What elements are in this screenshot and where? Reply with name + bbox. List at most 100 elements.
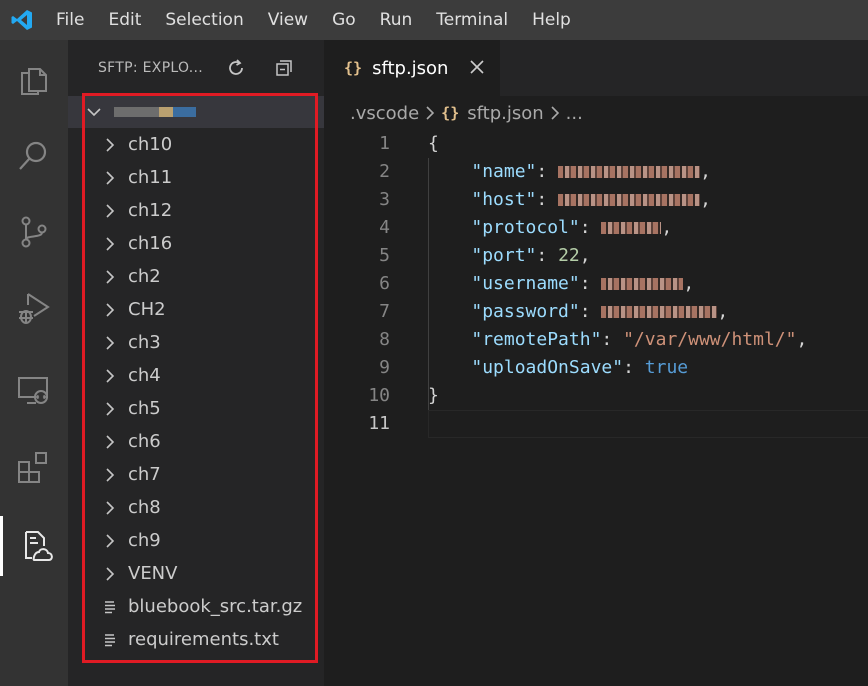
tree-folder-item[interactable]: ch5: [68, 392, 324, 425]
tab-sftp-json[interactable]: {} sftp.json: [324, 40, 500, 96]
remote-explorer-icon[interactable]: [0, 360, 68, 420]
chevron-right-icon: [106, 335, 115, 350]
breadcrumb-file[interactable]: sftp.json: [467, 103, 543, 124]
chevron-right-icon: [106, 170, 115, 185]
code-line: 5 "port": 22,: [379, 245, 591, 266]
tree-item-label: bluebook_src.tar.gz: [128, 596, 303, 617]
chevron-right-icon: [550, 105, 560, 121]
tree-file-item[interactable]: bluebook_src.tar.gz: [68, 590, 324, 623]
run-debug-icon[interactable]: [0, 278, 68, 338]
json-file-icon: {}: [441, 104, 460, 122]
menu-view[interactable]: View: [256, 0, 320, 40]
breadcrumb-folder[interactable]: .vscode: [350, 103, 419, 124]
json-file-icon: {}: [344, 59, 363, 77]
file-tree: ch10 ch11 ch12 ch16 ch2 CH2 ch3 ch4 ch5 ch6 ch7 ch8…: [68, 128, 324, 656]
tree-item-label: ch3: [128, 332, 161, 353]
tree-folder-item[interactable]: ch16: [68, 227, 324, 260]
menu-selection[interactable]: Selection: [153, 0, 255, 40]
tree-folder-item[interactable]: ch9: [68, 524, 324, 557]
tree-folder-item[interactable]: ch11: [68, 161, 324, 194]
redacted-value: [601, 278, 684, 290]
source-control-icon[interactable]: [0, 202, 68, 262]
uploadonsave-value: true: [644, 357, 689, 378]
tree-folder-item[interactable]: ch4: [68, 359, 324, 392]
tree-file-item[interactable]: requirements.txt: [68, 623, 324, 656]
tree-folder-item[interactable]: ch10: [68, 128, 324, 161]
sftp-explorer-panel: SFTP: EXPLO... ch10 ch11 ch12 ch16 ch2 CH2 ch3…: [68, 40, 324, 686]
refresh-icon[interactable]: [224, 56, 248, 80]
json-key-remotepath: "remotePath": [471, 329, 602, 350]
remotepath-value: "/var/www/html/": [623, 329, 797, 350]
tree-item-label: ch4: [128, 365, 161, 386]
breadcrumb-more[interactable]: ...: [566, 103, 583, 124]
tree-item-label: ch11: [128, 167, 173, 188]
port-value: 22: [558, 245, 580, 266]
tree-item-label: ch7: [128, 464, 161, 485]
menu-run[interactable]: Run: [368, 0, 425, 40]
chevron-right-icon: [425, 105, 435, 121]
chevron-right-icon: [106, 302, 115, 317]
chevron-right-icon: [106, 137, 115, 152]
tree-folder-item[interactable]: VENV: [68, 557, 324, 590]
chevron-right-icon: [106, 368, 115, 383]
json-key-uploadonsave: "uploadOnSave": [471, 357, 624, 378]
search-icon[interactable]: [0, 126, 68, 186]
close-icon[interactable]: [468, 58, 486, 76]
menu-file[interactable]: File: [44, 0, 96, 40]
code-line: 3 "host": ,: [379, 189, 711, 210]
redacted-value: [601, 306, 718, 318]
chevron-right-icon: [106, 500, 115, 515]
redacted-value: [558, 166, 701, 178]
tree-item-label: CH2: [128, 299, 166, 320]
tree-item-label: ch2: [128, 266, 161, 287]
tree-item-label: ch16: [128, 233, 173, 254]
menu-go[interactable]: Go: [320, 0, 368, 40]
activity-bar: [0, 40, 68, 686]
tree-item-label: VENV: [128, 563, 178, 584]
menu-help[interactable]: Help: [520, 0, 583, 40]
chevron-right-icon: [106, 467, 115, 482]
json-key-password: "password": [471, 301, 580, 322]
menu-edit[interactable]: Edit: [96, 0, 153, 40]
tree-folder-item[interactable]: ch7: [68, 458, 324, 491]
explorer-icon[interactable]: [0, 48, 68, 108]
tree-item-label: ch9: [128, 530, 161, 551]
code-line: 9 "uploadOnSave": true: [379, 357, 689, 378]
json-key-host: "host": [471, 189, 537, 210]
code-line: 4 "protocol": ,: [379, 217, 673, 238]
menu-bar: File Edit Selection View Go Run Terminal…: [0, 0, 868, 40]
text-file-icon: [105, 600, 115, 613]
chevron-right-icon: [106, 533, 115, 548]
tab-label: sftp.json: [372, 57, 449, 79]
chevron-right-icon: [106, 566, 115, 581]
tree-folder-item[interactable]: ch8: [68, 491, 324, 524]
tree-item-label: ch12: [128, 200, 173, 221]
vscode-logo-icon: [0, 0, 44, 40]
json-key-port: "port": [471, 245, 537, 266]
sftp-icon[interactable]: [0, 516, 68, 576]
text-file-icon: [105, 633, 115, 646]
tree-folder-item[interactable]: ch6: [68, 425, 324, 458]
code-line-current: 11: [324, 410, 868, 438]
redacted-root-name: [114, 107, 196, 117]
extensions-icon[interactable]: [0, 438, 68, 498]
code-line: 2 "name": ,: [379, 161, 711, 182]
json-key-username: "username": [471, 273, 580, 294]
code-editor[interactable]: 1 { 2 "name": , 3 "host": , 4 "protocol"…: [324, 130, 868, 686]
code-line: 8 "remotePath": "/var/www/html/",: [379, 329, 808, 350]
tree-folder-item[interactable]: ch3: [68, 326, 324, 359]
tree-item-label: ch8: [128, 497, 161, 518]
chevron-right-icon: [106, 401, 115, 416]
tree-item-label: ch5: [128, 398, 161, 419]
tree-root-folder[interactable]: [68, 96, 324, 128]
tree-folder-item[interactable]: ch2: [68, 260, 324, 293]
code-line: 7 "password": ,: [379, 301, 729, 322]
tree-folder-item[interactable]: ch12: [68, 194, 324, 227]
menu-terminal[interactable]: Terminal: [424, 0, 520, 40]
sidebar-title: SFTP: EXPLO...: [98, 60, 204, 76]
tree-item-label: requirements.txt: [128, 629, 279, 650]
collapse-all-icon[interactable]: [272, 56, 296, 80]
json-key-name: "name": [471, 161, 537, 182]
chevron-right-icon: [106, 236, 115, 251]
tree-folder-item[interactable]: CH2: [68, 293, 324, 326]
